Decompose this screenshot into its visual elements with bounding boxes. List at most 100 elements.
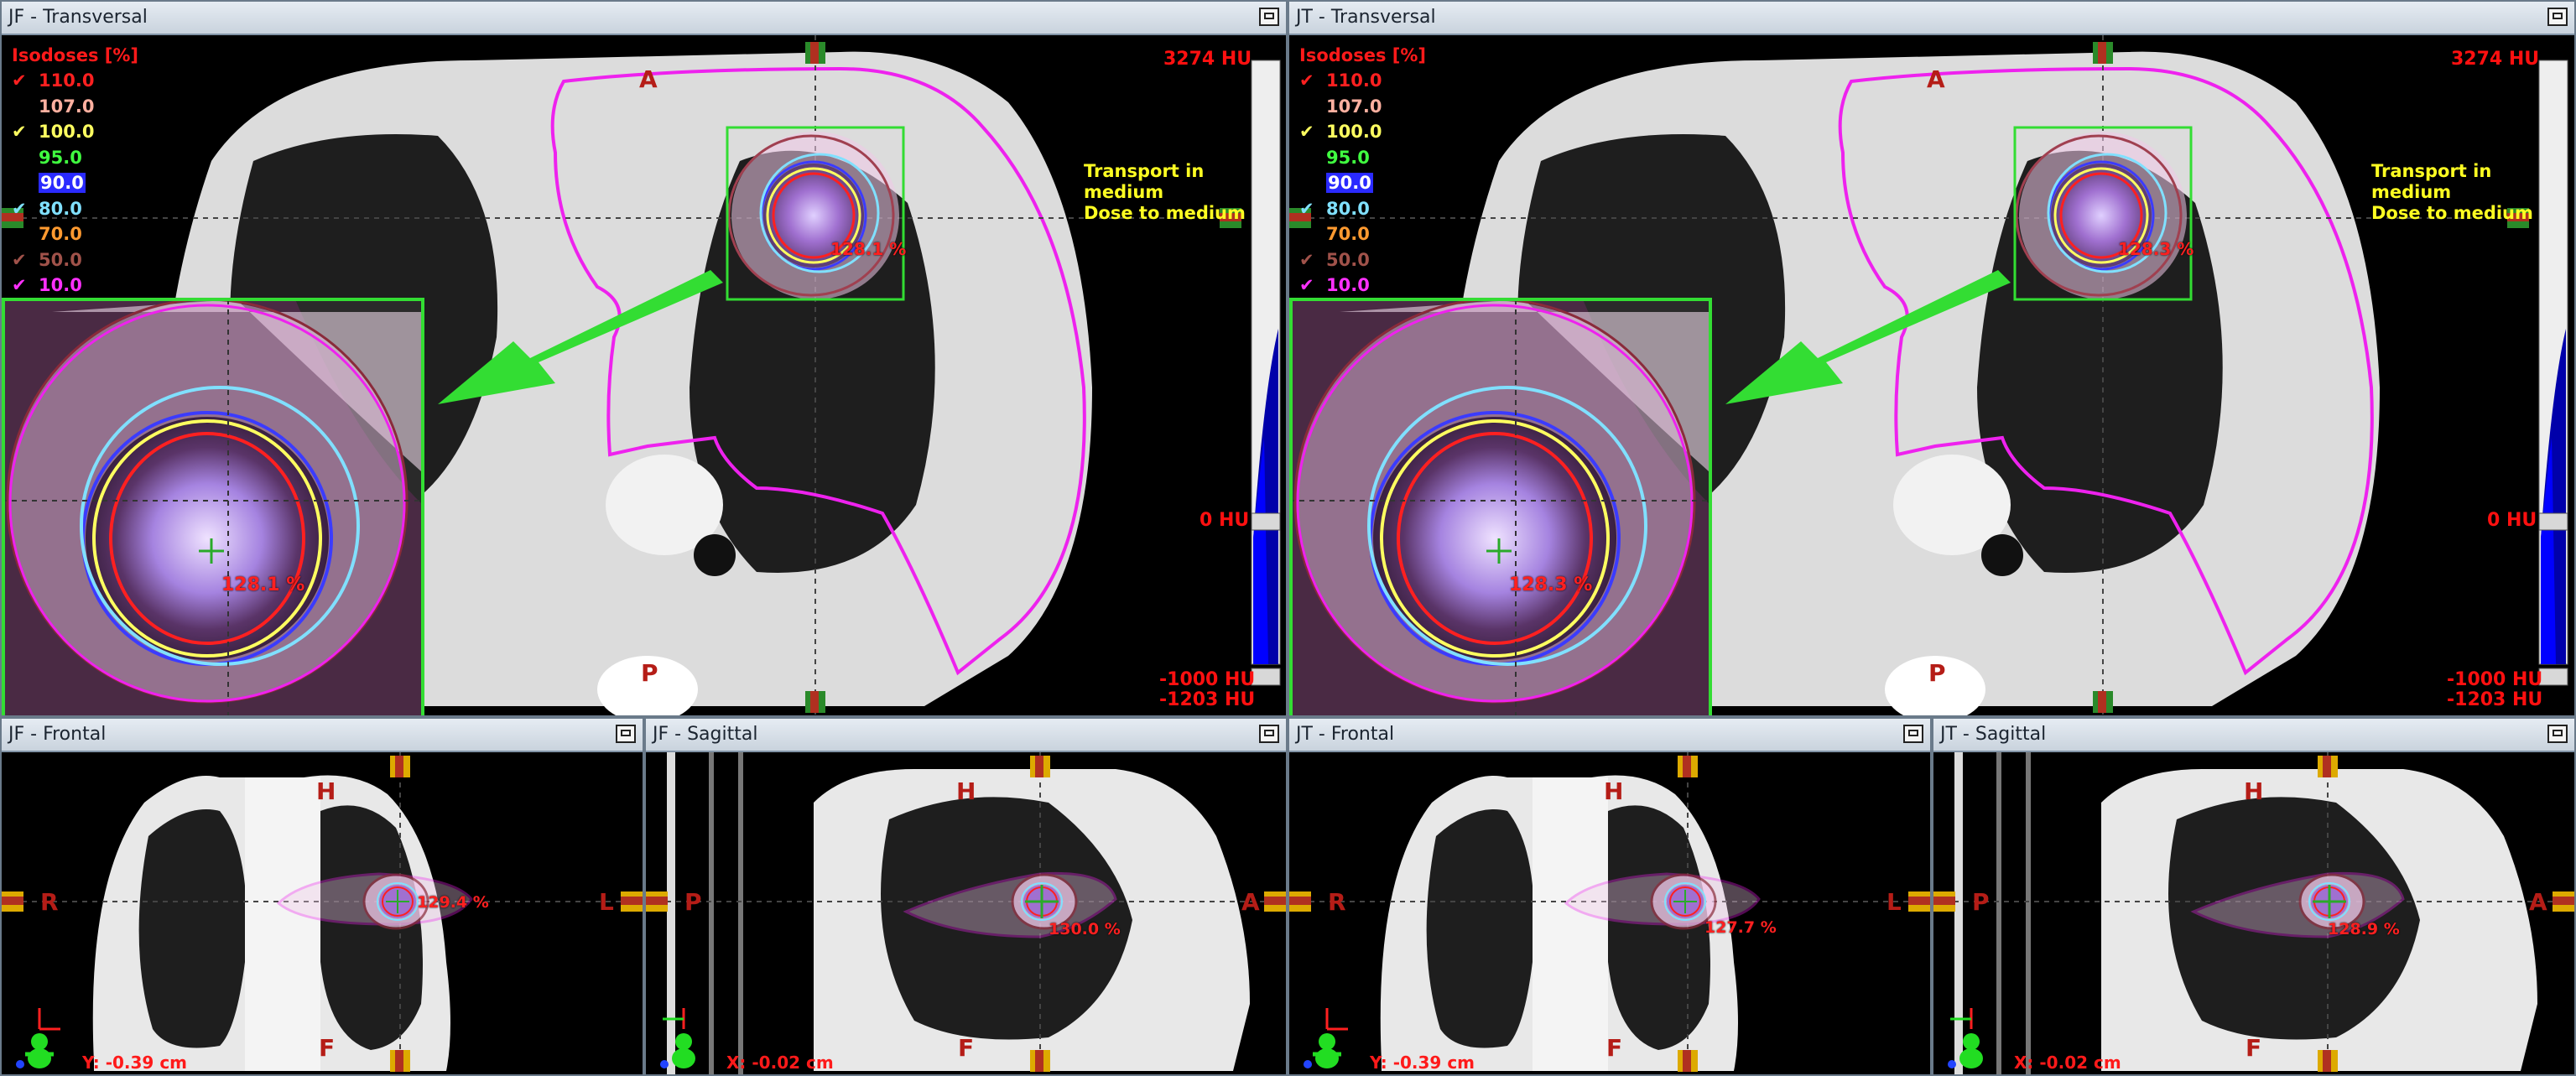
hu-min-label-2: -1203 HU: [2447, 689, 2543, 710]
jf-transversal-panel[interactable]: JF - Transversal Isodoses [%] ✔ 110.0 10…: [0, 0, 1288, 717]
isodose-row[interactable]: ✔ 10.0: [12, 275, 94, 301]
isodose-row[interactable]: 70.0: [12, 224, 94, 250]
direction-label-bottom: F: [958, 1034, 975, 1062]
isodose-legend-title: Isodoses [%]: [1299, 45, 1426, 65]
isodose-row[interactable]: 90.0: [12, 173, 94, 199]
jt-transversal-panel[interactable]: JT - Transversal Isodoses [%] ✔ 110.0 10…: [1288, 0, 2576, 717]
direction-label-bottom: F: [2246, 1034, 2262, 1062]
maximize-icon[interactable]: [2547, 725, 2568, 743]
hu-min-label-2: -1203 HU: [1159, 689, 1256, 710]
isodose-row[interactable]: ✔ 110.0: [12, 70, 94, 96]
zoom-inset[interactable]: [1289, 298, 1712, 715]
isodose-check-icon[interactable]: ✔: [12, 70, 30, 91]
isodose-value: 110.0: [1326, 70, 1382, 91]
dose-region-small[interactable]: [727, 132, 899, 299]
isodose-check-icon[interactable]: ✔: [1299, 275, 1318, 295]
maximize-icon[interactable]: [2547, 8, 2568, 26]
direction-label-bottom: P: [1928, 659, 1946, 687]
transport-line-1: Transport in: [1084, 161, 1205, 181]
direction-label-top: H: [956, 777, 976, 805]
isodose-value: 70.0: [1326, 224, 1370, 244]
direction-label-right: A: [1241, 888, 1260, 916]
isodose-check-icon[interactable]: ✔: [12, 199, 30, 219]
isodose-row[interactable]: ✔ 80.0: [1299, 199, 1382, 225]
direction-label-bottom: F: [319, 1034, 336, 1062]
isodose-legend[interactable]: ✔ 110.0 107.0 ✔ 100.0 95.0 90.0 ✔ 80.0 70.0 ✔ 50.0 ✔…: [12, 70, 94, 301]
direction-label-top: H: [1604, 777, 1624, 805]
panel-title: JF - Frontal: [8, 724, 107, 745]
slice-coordinate: X: -0.02 cm: [2014, 1053, 2121, 1073]
maximize-icon[interactable]: [1903, 725, 1923, 743]
maximize-icon[interactable]: [1259, 8, 1279, 26]
direction-label-top: H: [316, 777, 336, 805]
isodose-check-icon[interactable]: ✔: [1299, 70, 1318, 91]
isodose-row[interactable]: ✔ 110.0: [1299, 70, 1382, 96]
isodose-row[interactable]: 90.0: [1299, 173, 1382, 199]
transversal-ct-view[interactable]: Isodoses [%] ✔ 110.0 107.0 ✔ 100.0 95.0 90.0 ✔ 8…: [2, 35, 1286, 715]
isodose-value: 80.0: [39, 198, 82, 219]
orientation-figure-icon: [1304, 1008, 1348, 1068]
max-dose-label: 128.9 %: [2328, 920, 2400, 938]
orientation-figure-icon: [16, 1008, 60, 1068]
transport-line-1: Transport in: [2371, 161, 2492, 181]
frontal-ct-view[interactable]: H F R L Y: -0.39 cm 129.4 %: [2, 752, 643, 1074]
isodose-value: 107.0: [1326, 96, 1382, 117]
isodose-row[interactable]: 107.0: [12, 96, 94, 122]
isodose-value: 100.0: [1326, 122, 1382, 142]
isodose-check-icon[interactable]: ✔: [1299, 122, 1318, 142]
panel-title: JF - Transversal: [8, 7, 148, 28]
jf-sagittal-panel[interactable]: JF - Sagittal H F P A X: -0.02 cm 130.0 …: [644, 717, 1288, 1076]
jt-frontal-panel[interactable]: JT - Frontal H F R L Y: -0.39 cm 127.7 %: [1288, 717, 1932, 1076]
transversal-ct-image: [2, 35, 1281, 715]
isodose-check-icon[interactable]: ✔: [1299, 250, 1318, 270]
transport-line-2: medium: [1084, 182, 1164, 202]
max-dose-small: 128.3 %: [2118, 239, 2194, 259]
direction-label-left: R: [40, 888, 59, 916]
isodose-value: 95.0: [1326, 147, 1370, 168]
jt-sagittal-titlebar: JT - Sagittal: [1933, 719, 2574, 752]
isodose-row[interactable]: ✔ 50.0: [12, 250, 94, 276]
isodose-row[interactable]: ✔ 100.0: [12, 122, 94, 148]
isodose-row[interactable]: 70.0: [1299, 224, 1382, 250]
max-dose-label: 130.0 %: [1049, 920, 1121, 938]
direction-label-left: P: [1972, 888, 1990, 916]
isodose-row[interactable]: 107.0: [1299, 96, 1382, 122]
direction-label-right: L: [599, 888, 614, 916]
sagittal-ct-view[interactable]: H F P A X: -0.02 cm 130.0 %: [646, 752, 1286, 1074]
jt-sagittal-panel[interactable]: JT - Sagittal H F P A X: -0.02 cm 128.9 …: [1932, 717, 2576, 1076]
maximize-icon[interactable]: [616, 725, 636, 743]
isodose-row[interactable]: ✔ 80.0: [12, 199, 94, 225]
direction-label-left: P: [684, 888, 702, 916]
isodose-row[interactable]: ✔ 100.0: [1299, 122, 1382, 148]
isodose-check-icon[interactable]: ✔: [1299, 199, 1318, 219]
isodose-check-icon[interactable]: ✔: [12, 122, 30, 142]
panel-title: JT - Frontal: [1296, 724, 1395, 745]
isodose-legend[interactable]: ✔ 110.0 107.0 ✔ 100.0 95.0 90.0 ✔ 80.0 70.0 ✔ 50.0 ✔…: [1299, 70, 1382, 301]
isodose-check-icon[interactable]: ✔: [12, 250, 30, 270]
direction-label-right: L: [1886, 888, 1902, 916]
sagittal-ct-view[interactable]: H F P A X: -0.02 cm 128.9 %: [1933, 752, 2574, 1074]
isodose-row[interactable]: 95.0: [12, 148, 94, 174]
max-dose-label: 127.7 %: [1704, 918, 1777, 937]
isodose-row[interactable]: 95.0: [1299, 148, 1382, 174]
max-dose-zoom: 128.3 %: [1509, 574, 1593, 595]
frontal-ct-view[interactable]: H F R L Y: -0.39 cm 127.7 %: [1289, 752, 1930, 1074]
orientation-figure-icon: [1948, 1008, 1983, 1068]
isodose-check-icon[interactable]: ✔: [12, 275, 30, 295]
panel-title: JT - Transversal: [1296, 7, 1436, 28]
max-dose-label: 129.4 %: [417, 893, 489, 912]
isodose-value: 50.0: [39, 249, 82, 270]
jf-frontal-panel[interactable]: JF - Frontal H F R L Y: -0.39 cm 129.4 %: [0, 717, 644, 1076]
isodose-value: 107.0: [39, 96, 95, 117]
isodose-row[interactable]: ✔ 50.0: [1299, 250, 1382, 276]
isodose-row[interactable]: ✔ 10.0: [1299, 275, 1382, 301]
dose-region-small[interactable]: [2015, 132, 2187, 299]
jf-sagittal-titlebar: JF - Sagittal: [646, 719, 1286, 752]
transversal-ct-image: [1289, 35, 2568, 715]
maximize-icon[interactable]: [1259, 725, 1279, 743]
isodose-value: 10.0: [39, 275, 82, 295]
isodose-value: 100.0: [39, 122, 95, 142]
zoom-inset[interactable]: [2, 298, 424, 715]
hu-zero-label: 0 HU: [2487, 510, 2537, 531]
transversal-ct-view[interactable]: Isodoses [%] ✔ 110.0 107.0 ✔ 100.0 95.0 90.0 ✔ 8…: [1289, 35, 2574, 715]
